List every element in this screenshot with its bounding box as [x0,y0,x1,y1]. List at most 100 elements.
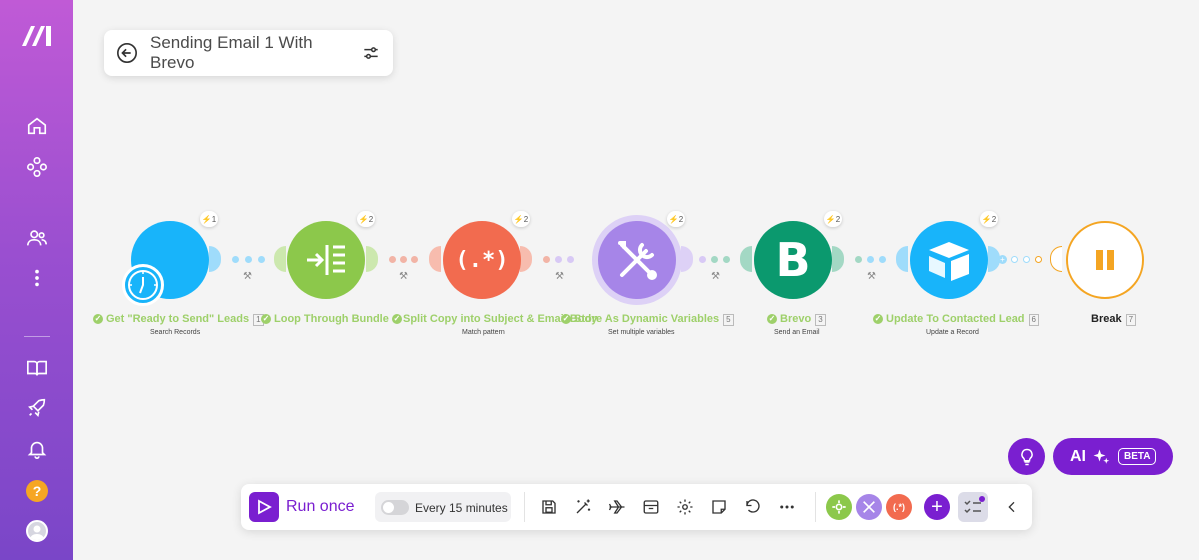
text-parser-label: (.*) [893,502,905,512]
success-check-icon: ✓ [93,314,103,324]
help-icon[interactable]: ? [26,480,48,502]
ai-label: AI [1070,447,1086,465]
module-number: 5 [723,314,734,326]
connector-ear [366,246,378,272]
note-icon[interactable] [708,496,730,518]
route-settings-icon[interactable]: ⚒ [399,271,408,282]
module-subtitle: Update a Record [926,329,979,336]
module-label: ✓ Store As Dynamic Variables 5 [561,313,734,326]
module-label: ✓ Get "Ready to Send" Leads 1 [93,313,264,326]
route-settings-icon[interactable]: ⚒ [867,271,876,282]
route-settings-icon[interactable]: ⚒ [711,271,720,282]
route-dot [411,256,418,263]
add-route-icon[interactable]: + [998,255,1007,264]
module-subtitle: Match pattern [462,329,505,336]
module-label-text: Get "Ready to Send" Leads [106,313,250,325]
run-once-label[interactable]: Run once [286,498,355,516]
avatar[interactable] [26,520,48,542]
bell-icon[interactable] [24,436,50,462]
ops-count: 2 [678,214,684,224]
module-loop-through-bundle[interactable] [287,221,365,299]
ai-assistant-button[interactable]: AI BETA [1053,438,1173,475]
tools-wrench-icon[interactable] [856,494,882,520]
chevron-left-icon[interactable] [1001,496,1023,518]
connector-ear [520,246,532,272]
connector-ear [1050,246,1062,272]
connector-ear [681,246,693,272]
schedule-toggle[interactable] [381,500,409,515]
route-dot [400,256,407,263]
ops-badge: ⚡ 2 [980,211,998,227]
module-label-text: Store As Dynamic Variables [574,313,720,325]
ops-badge: ⚡ 2 [667,211,685,227]
tools-gear-icon[interactable] [826,494,852,520]
ops-badge: ⚡ 2 [824,211,842,227]
toolbar-divider [815,492,816,522]
checklist-button[interactable] [958,492,988,522]
route-dot [543,256,550,263]
schedule-label: Every 15 minutes [415,501,508,515]
route-dot [245,256,252,263]
success-check-icon: ✓ [261,314,271,324]
data-structure-icon[interactable] [640,496,662,518]
module-store-variables[interactable] [598,221,676,299]
pause-icon [1096,250,1114,270]
text-parser-icon[interactable]: (.*) [886,494,912,520]
magic-wand-icon[interactable] [572,496,594,518]
module-number: 7 [1125,314,1137,326]
connector-ear [429,246,441,272]
ops-count: 1 [211,214,217,224]
trigger-clock-icon[interactable] [122,264,164,306]
tools-icon [618,241,657,280]
module-label-text: Update To Contacted Lead [886,313,1025,325]
route-settings-icon[interactable]: ⚒ [555,271,564,282]
module-update-contacted[interactable] [910,221,988,299]
route-settings-icon[interactable]: ⚒ [243,271,252,282]
airplane-icon[interactable] [606,496,628,518]
route-dot [555,256,562,263]
module-split-copy[interactable]: (.*) [443,221,521,299]
route-dot [1023,256,1030,263]
beta-badge: BETA [1118,448,1157,465]
route-dot [232,256,239,263]
route-dot [699,256,706,263]
undo-icon[interactable] [742,496,764,518]
schedule-control[interactable]: Every 15 minutes [375,492,511,522]
ops-count: 2 [368,214,374,224]
route-dot [855,256,862,263]
save-icon[interactable] [538,496,560,518]
success-check-icon: ✓ [873,314,883,324]
module-subtitle: Set multiple variables [608,329,675,336]
module-label: ✓ Loop Through Bundle ✓ [261,313,405,325]
connector-ear [832,246,844,272]
more-options-icon[interactable] [776,496,798,518]
success-check-icon: ✓ [767,314,777,324]
connector-ear [274,246,286,272]
module-label-text: Brevo [780,313,812,325]
play-icon [258,499,272,515]
route-dot [879,256,886,263]
ops-count: 2 [835,214,841,224]
ai-tips-button[interactable] [1008,438,1045,475]
regex-icon: (.*) [455,247,509,273]
scenario-canvas: ⚡ 1 ⚒ ✓ Get "Ready to Send" Leads 1 Search … [0,0,1199,400]
sparkle-icon [1093,449,1110,464]
route-dot [258,256,265,263]
ops-badge: ⚡ 1 [200,211,218,227]
module-number: 6 [1028,314,1039,326]
route-dot [1035,256,1042,263]
ops-count: 2 [523,214,529,224]
module-number: 3 [815,314,826,326]
run-once-button[interactable] [249,492,279,522]
module-brevo[interactable]: B [754,221,832,299]
ops-badge: ⚡ 2 [357,211,375,227]
route-dot [1011,256,1018,263]
gear-icon[interactable] [674,496,696,518]
add-module-button[interactable]: + [924,494,950,520]
module-break[interactable] [1066,221,1144,299]
toolbar-divider [524,492,525,522]
success-check-icon: ✓ [561,314,571,324]
checklist-icon [964,496,985,514]
module-label-text: Loop Through Bundle [274,313,389,325]
route-dot [567,256,574,263]
